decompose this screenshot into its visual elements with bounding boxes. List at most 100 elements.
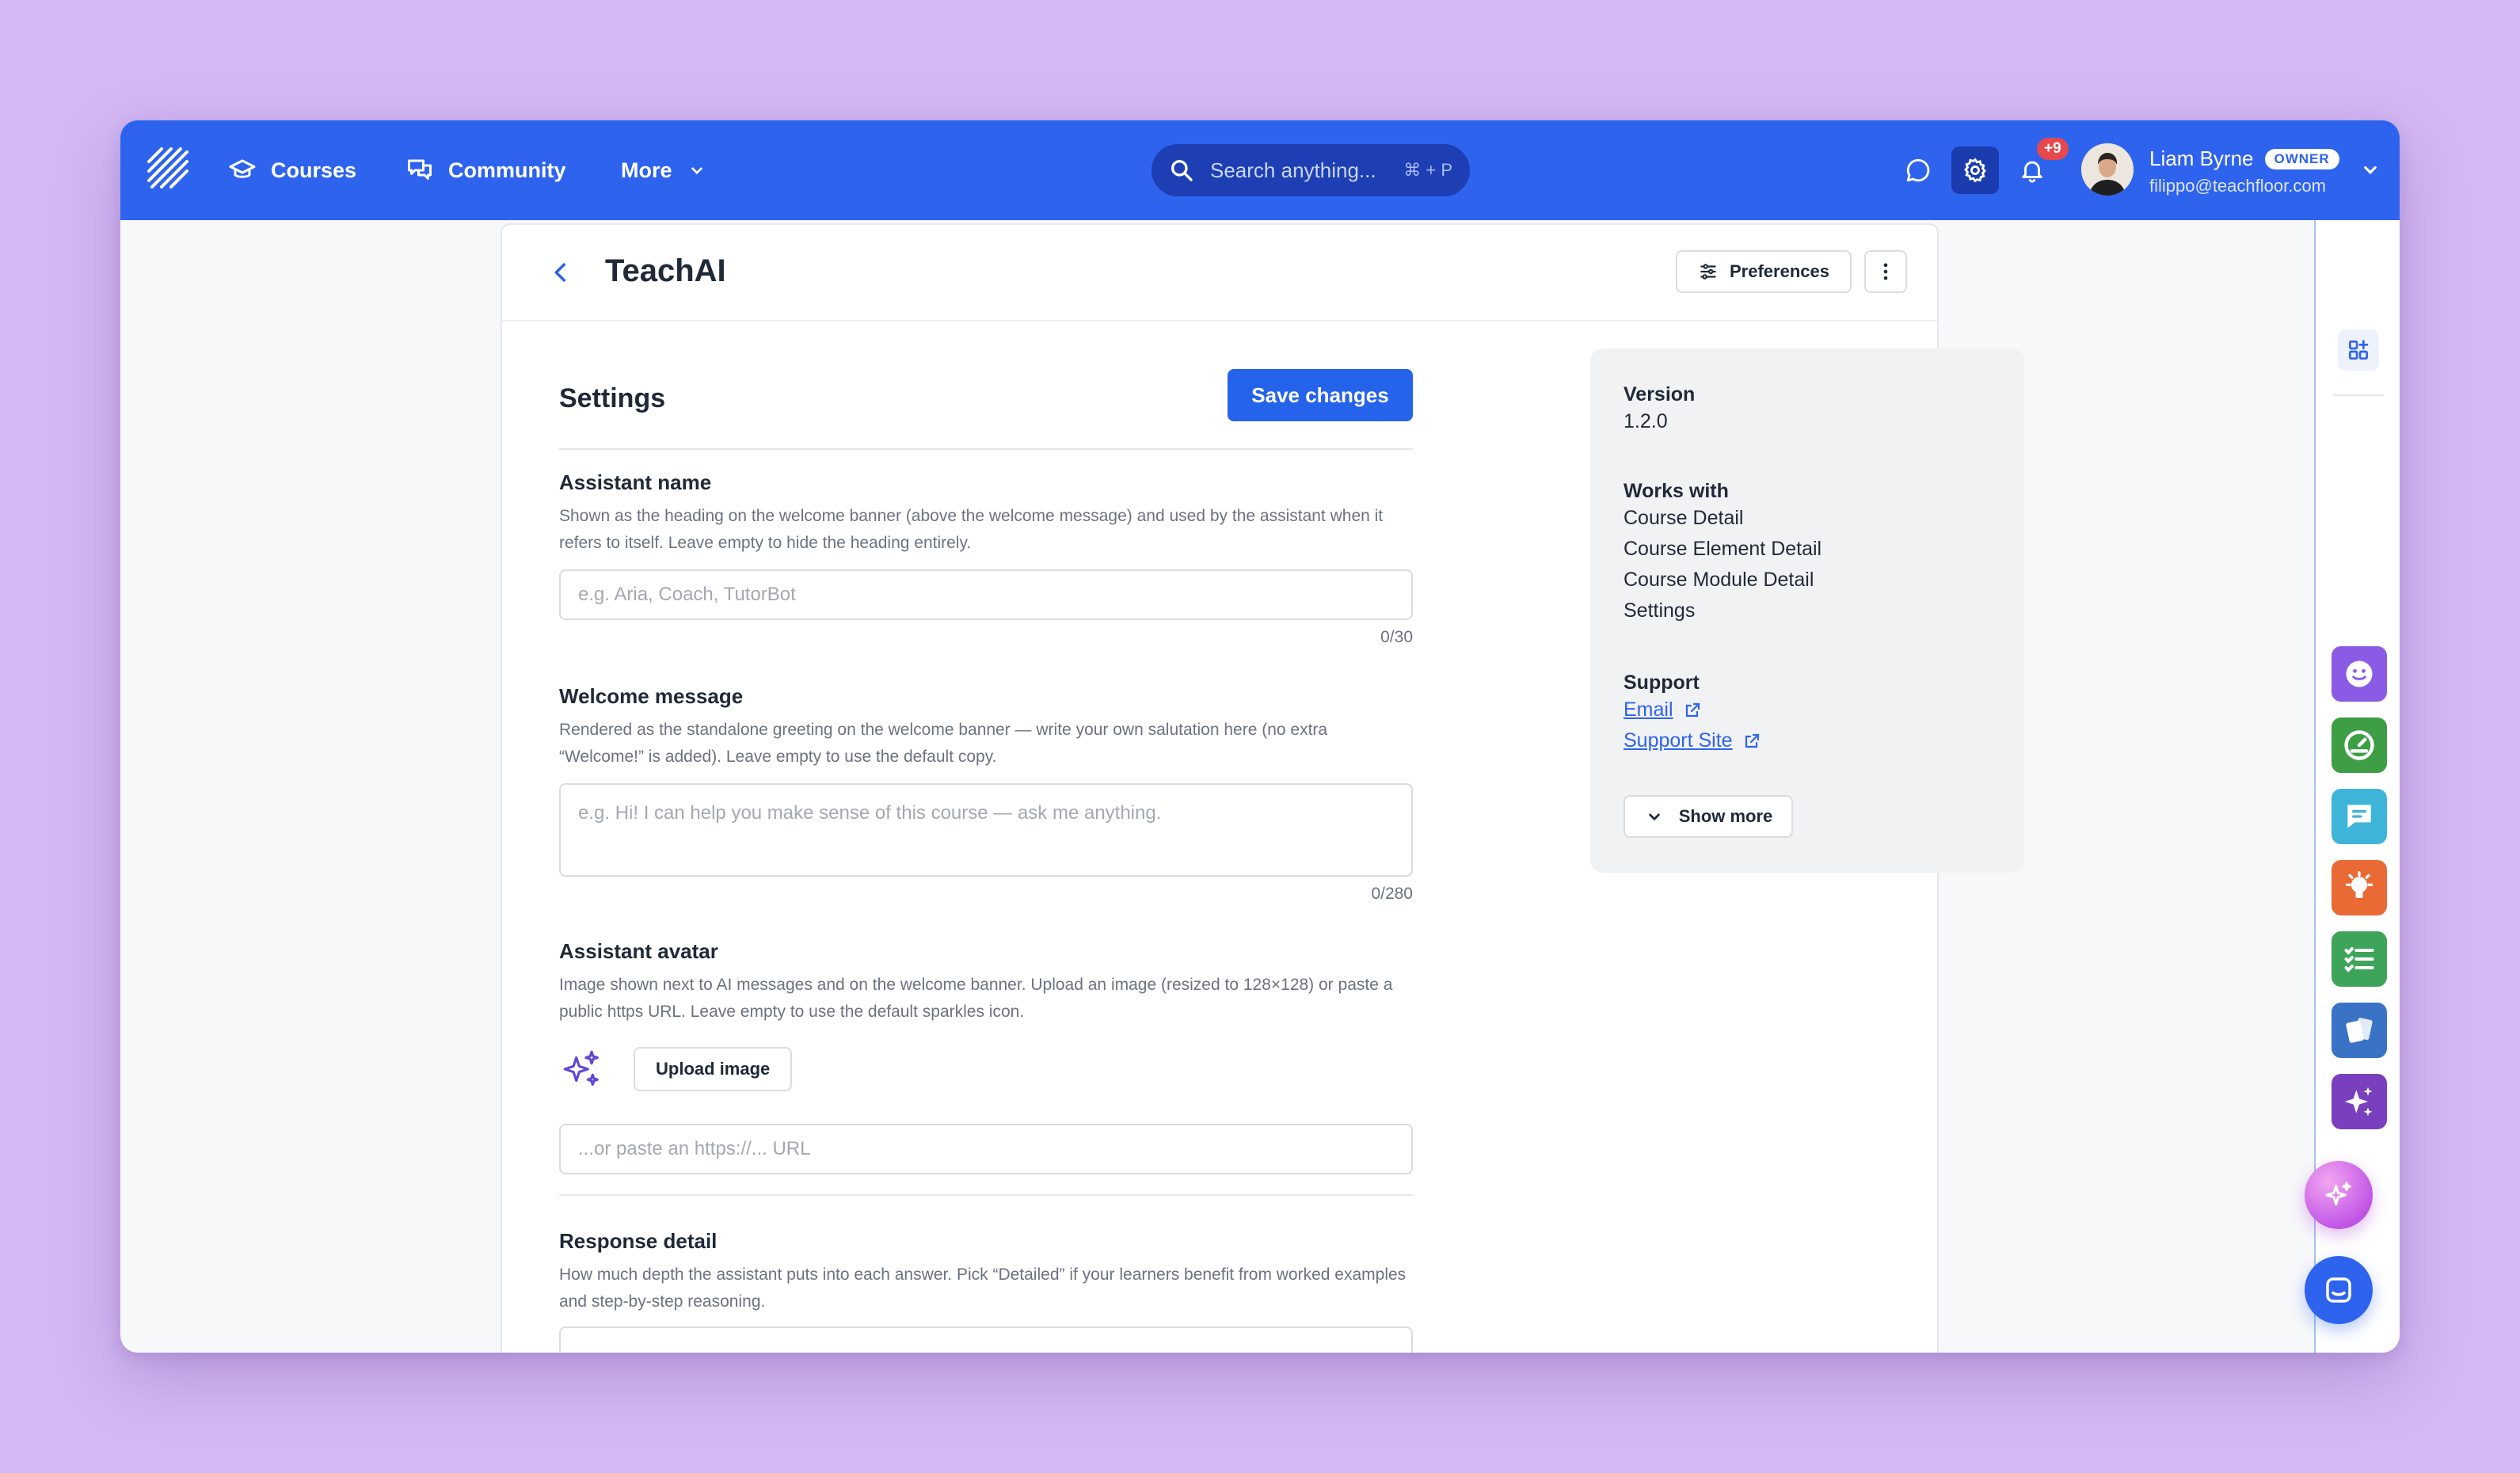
chevron-down-icon[interactable] <box>2358 158 2382 181</box>
assistant-avatar-label: Assistant avatar <box>559 939 718 963</box>
works-with-item: Course Module Detail <box>1624 569 1814 591</box>
settings-title: Settings <box>559 383 666 413</box>
avatar-url-placeholder: ...or paste an https://... URL <box>578 1138 811 1159</box>
response-detail-help: How much depth the assistant puts into e… <box>559 1266 1407 1311</box>
works-with-item: Course Element Detail <box>1624 538 1822 560</box>
rail-app-checklist[interactable] <box>2332 931 2387 987</box>
chevron-left-icon <box>554 263 566 282</box>
show-more-label: Show more <box>1678 806 1773 826</box>
settings-form: Settings Save changes Assistant name Sho… <box>559 369 1413 1353</box>
sliders-icon <box>1700 264 1716 280</box>
page-title: TeachAI <box>605 253 726 288</box>
works-with-label: Works with <box>1624 480 1729 502</box>
vertical-dots-icon <box>1883 263 1888 280</box>
user-name-row[interactable]: Liam Byrne OWNER <box>2149 147 2339 171</box>
grid-add-icon <box>2349 340 2369 360</box>
avatar[interactable] <box>2081 143 2134 196</box>
chat-icon <box>2347 805 2371 828</box>
rail-app-smiley[interactable] <box>2332 646 2387 702</box>
chevron-down-icon <box>691 167 702 175</box>
bell-icon <box>2022 161 2042 183</box>
assistant-name-counter: 0/30 <box>1380 628 1413 646</box>
show-more-button[interactable]: Show more <box>1624 795 1793 838</box>
welcome-message-textarea[interactable]: e.g. Hi! I can help you make sense of th… <box>559 783 1413 877</box>
welcome-message-label: Welcome message <box>559 684 744 708</box>
save-button[interactable]: Save changes <box>1228 369 1413 421</box>
search-input[interactable]: Search anything... ⌘ + P <box>1152 144 1470 196</box>
back-button[interactable] <box>543 255 578 290</box>
response-detail-select[interactable] <box>559 1326 1413 1353</box>
rail-app-lightbulb[interactable] <box>2332 860 2387 915</box>
notification-count-badge: +9 <box>2037 138 2069 160</box>
role-badge: OWNER <box>2264 148 2339 169</box>
preferences-button[interactable]: Preferences <box>1676 250 1852 293</box>
search-icon <box>1171 160 1193 181</box>
cards-icon <box>2346 1018 2373 1043</box>
nav-courses[interactable]: Courses <box>228 120 356 220</box>
welcome-message-placeholder: e.g. Hi! I can help you make sense of th… <box>578 802 1162 824</box>
gear-icon <box>1964 158 1986 183</box>
message-circle-icon <box>1906 158 1930 182</box>
app-window: Courses Community More Search anything..… <box>120 120 2400 1353</box>
messages-button[interactable] <box>1894 147 1942 194</box>
panel-header: TeachAI Preferences <box>502 225 1937 322</box>
sparkles-icon <box>563 1050 599 1086</box>
support-label: Support <box>1624 672 1700 694</box>
more-options-button[interactable] <box>1864 250 1907 293</box>
nav-courses-label: Courses <box>271 158 357 182</box>
user-photo-icon <box>2081 143 2134 196</box>
logo-icon[interactable] <box>144 144 192 192</box>
welcome-message-counter: 0/280 <box>1371 885 1413 903</box>
assistant-avatar-field: Assistant avatar Image shown next to AI … <box>559 939 1413 1174</box>
nav-community[interactable]: Community <box>405 120 566 220</box>
rail-app-chat[interactable] <box>2332 789 2387 844</box>
search-placeholder: Search anything... <box>1210 158 1376 182</box>
support-section: Support Email Support Site <box>1624 672 1761 756</box>
assistant-name-help: Shown as the heading on the welcome bann… <box>559 507 1384 552</box>
top-navigation-bar: Courses Community More Search anything..… <box>120 120 2400 220</box>
works-with-item: Settings <box>1624 599 1696 622</box>
rail-app-gauge[interactable] <box>2332 717 2387 773</box>
assistant-name-label: Assistant name <box>559 470 712 494</box>
support-email-link[interactable]: Email <box>1624 695 1761 725</box>
version-section: Version 1.2.0 <box>1624 383 1695 437</box>
response-detail-field: Response detail How much depth the assis… <box>559 1229 1413 1353</box>
app-info-card: Version 1.2.0 Works with Course Detail C… <box>1590 348 2024 873</box>
response-detail-label: Response detail <box>559 1229 718 1253</box>
apps-grid-button[interactable] <box>2338 329 2379 371</box>
rail-app-sparkle[interactable] <box>2332 1074 2387 1129</box>
support-site-link[interactable]: Support Site <box>1624 725 1761 756</box>
support-chat-button[interactable] <box>2305 1256 2373 1324</box>
external-link-icon <box>1745 733 1759 748</box>
support-email-label: Email <box>1624 698 1673 721</box>
preferences-label: Preferences <box>1730 261 1829 281</box>
welcome-message-help: Rendered as the standalone greeting on t… <box>559 721 1328 766</box>
assistant-avatar-help: Image shown next to AI messages and on t… <box>559 976 1393 1021</box>
lightbulb-icon <box>2345 871 2373 898</box>
settings-button[interactable] <box>1951 147 1999 194</box>
smiley-icon <box>2346 660 2373 687</box>
rail-app-cards[interactable] <box>2332 1003 2387 1058</box>
assistant-name-placeholder: e.g. Aria, Coach, TutorBot <box>578 584 796 605</box>
nav-more[interactable]: More <box>621 120 707 220</box>
support-site-label: Support Site <box>1624 729 1733 752</box>
graduation-cap-icon <box>229 159 256 178</box>
chat-window-icon <box>2326 1277 2351 1303</box>
settings-header: Settings Save changes <box>559 369 1413 450</box>
rail-divider <box>2333 394 2384 396</box>
checklist-icon <box>2344 947 2374 972</box>
works-with-section: Works with Course Detail Course Element … <box>1624 480 1821 626</box>
upload-image-button[interactable]: Upload image <box>634 1047 793 1091</box>
app-detail-panel: TeachAI Preferences Settings Save change… <box>501 223 2024 1353</box>
gauge-icon <box>2344 730 2374 760</box>
version-label: Version <box>1624 383 1696 405</box>
assistant-name-input[interactable]: e.g. Aria, Coach, TutorBot <box>559 569 1413 620</box>
ai-assistant-button[interactable] <box>2305 1161 2373 1229</box>
chevron-down-icon <box>1648 813 1660 821</box>
assistant-name-field: Assistant name Shown as the heading on t… <box>559 470 1413 647</box>
welcome-message-field: Welcome message Rendered as the standalo… <box>559 684 1413 904</box>
avatar-url-input[interactable]: ...or paste an https://... URL <box>559 1124 1413 1174</box>
works-with-item: Course Detail <box>1624 507 1744 529</box>
version-value: 1.2.0 <box>1624 410 1668 432</box>
sparkle-icon <box>2344 1087 2373 1117</box>
